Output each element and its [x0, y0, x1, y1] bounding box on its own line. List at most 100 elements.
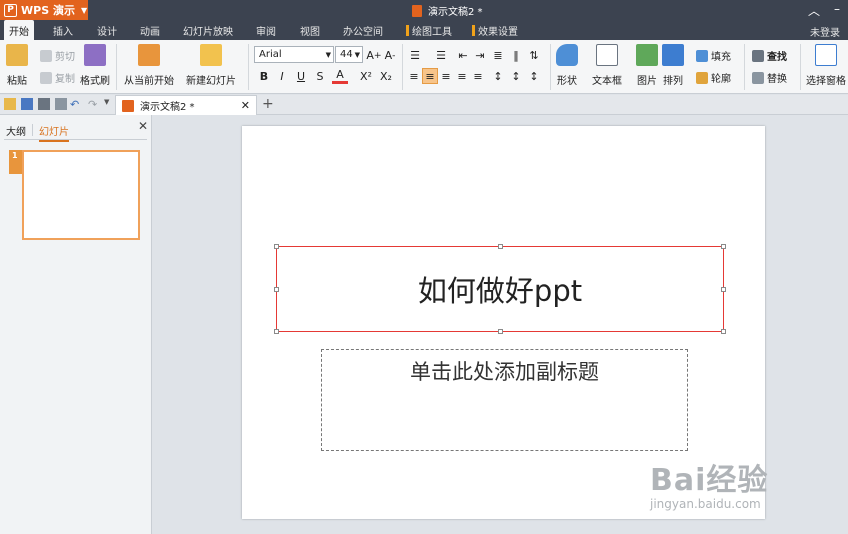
numbering-button[interactable]: ☰ — [433, 47, 449, 63]
font-size-select[interactable]: 44 ▼ — [335, 46, 363, 63]
superscript-button[interactable]: X² — [358, 68, 374, 84]
fill-button[interactable]: 填充 — [696, 48, 731, 63]
resize-handle[interactable] — [274, 244, 279, 249]
new-slide-icon — [200, 44, 222, 66]
tab-outline[interactable]: 大纲 — [6, 123, 26, 138]
format-painter-button[interactable]: 格式刷 — [80, 44, 110, 87]
watermark-url: jingyan.baidu.com — [650, 497, 761, 511]
copy-button[interactable]: 复制 — [40, 70, 75, 85]
paste-button[interactable]: 粘贴 — [6, 44, 28, 87]
slide-title-text[interactable]: 如何做好ppt — [418, 268, 582, 310]
distribute-button[interactable]: ≡ — [470, 68, 486, 84]
fill-label: 填充 — [711, 52, 731, 63]
resize-handle[interactable] — [721, 329, 726, 334]
clipboard-icon — [6, 44, 28, 66]
login-link[interactable]: 未登录 — [810, 24, 840, 39]
ribbon-separator — [800, 44, 801, 90]
shapes-icon — [556, 44, 578, 66]
print-preview-icon[interactable] — [55, 98, 67, 110]
replace-icon — [752, 71, 764, 84]
find-button[interactable]: 查找 — [752, 48, 787, 63]
tab-home[interactable]: 开始 — [4, 20, 34, 40]
tab-view[interactable]: 视图 — [296, 20, 324, 40]
tab-review[interactable]: 审阅 — [252, 20, 280, 40]
selection-pane-button[interactable]: 选择窗格 — [806, 44, 846, 87]
save-icon[interactable] — [21, 98, 33, 110]
redo-icon[interactable]: ↷ — [88, 98, 100, 111]
tab-office-space[interactable]: 办公空间 — [339, 20, 387, 40]
justify-button[interactable]: ≡ — [454, 68, 470, 84]
tab-effects[interactable]: 效果设置 — [470, 20, 520, 40]
align-left-button[interactable]: ≡ — [406, 68, 422, 84]
shape-button[interactable]: 形状 — [556, 44, 578, 87]
font-color-button[interactable]: A — [332, 68, 348, 84]
underline-button[interactable]: U — [293, 68, 309, 84]
shrink-font-button[interactable]: A- — [382, 47, 398, 63]
open-folder-icon[interactable] — [4, 98, 16, 110]
bullets-button[interactable]: ☰ — [407, 47, 423, 63]
collapse-ribbon-button[interactable]: ︿ — [808, 2, 820, 19]
increase-indent-button[interactable]: ⇥ — [472, 47, 488, 63]
tab-animation[interactable]: 动画 — [135, 20, 165, 40]
new-slide-button[interactable]: 新建幻灯片 — [186, 44, 236, 87]
grow-font-button[interactable]: A + — [366, 47, 382, 63]
close-tab-icon[interactable]: ✕ — [241, 99, 250, 112]
from-current-button[interactable]: 从当前开始 — [124, 44, 174, 87]
ribbon-separator — [402, 44, 403, 90]
minimize-button[interactable]: – — [834, 2, 840, 19]
document-tab[interactable]: 演示文稿2 * ✕ — [115, 95, 257, 115]
paragraph-spacing-button[interactable]: ↕ — [490, 68, 506, 84]
line-spacing-button[interactable]: ≣ — [490, 47, 506, 63]
chevron-down-icon: ▼ — [80, 5, 88, 15]
resize-handle[interactable] — [498, 329, 503, 334]
align-right-button[interactable]: ≡ — [438, 68, 454, 84]
play-slideshow-icon — [138, 44, 160, 66]
resize-handle[interactable] — [274, 287, 279, 292]
paint-bucket-icon — [696, 49, 708, 62]
picture-button[interactable]: 图片 — [636, 44, 658, 87]
slide-thumbnail[interactable] — [22, 150, 140, 240]
tab-slideshow[interactable]: 幻灯片放映 — [180, 20, 236, 40]
context-tab-marker — [406, 24, 409, 36]
subtitle-placeholder-text[interactable]: 单击此处添加副标题 — [410, 356, 599, 450]
textbox-button[interactable]: 文本框 — [592, 44, 622, 87]
subtitle-placeholder[interactable]: 单击此处添加副标题 — [321, 349, 688, 451]
app-menu-button[interactable]: P WPS 演示 ▼ — [0, 0, 88, 20]
resize-handle[interactable] — [274, 329, 279, 334]
bold-button[interactable]: B — [256, 68, 272, 84]
tab-design[interactable]: 设计 — [92, 20, 122, 40]
font-name-select[interactable]: Arial ▼ — [254, 46, 334, 63]
shape-label: 形状 — [557, 76, 577, 87]
resize-handle[interactable] — [721, 244, 726, 249]
outline-button[interactable]: 轮廓 — [696, 70, 731, 85]
tab-insert[interactable]: 插入 — [48, 20, 78, 40]
tab-drawing-tools[interactable]: 绘图工具 — [404, 20, 454, 40]
shadow-button[interactable]: S — [312, 68, 328, 84]
presentation-icon — [122, 99, 134, 112]
menu-bar: 开始 插入 设计 动画 幻灯片放映 审阅 视图 办公空间 绘图工具 效果设置 — [0, 20, 848, 40]
cut-button[interactable]: 剪切 — [40, 48, 75, 63]
ribbon-separator — [116, 44, 117, 90]
font-name-value: Arial — [259, 49, 282, 60]
new-tab-button[interactable]: + — [262, 96, 274, 112]
align-center-button[interactable]: ≡ — [422, 68, 438, 84]
arrange-button[interactable]: 排列 — [662, 44, 684, 87]
italic-button[interactable]: I — [274, 68, 290, 84]
text-direction-button[interactable]: ⇅ — [526, 47, 542, 63]
columns-button[interactable]: ‖ — [508, 47, 524, 63]
resize-handle[interactable] — [498, 244, 503, 249]
line-spacing-options-button[interactable]: ↕ — [508, 68, 524, 84]
panel-tab-divider — [32, 124, 33, 136]
subscript-button[interactable]: X₂ — [378, 68, 394, 84]
copy-label: 复制 — [55, 74, 75, 85]
title-bar: P WPS 演示 ▼ 演示文稿2 * ︿ – — [0, 0, 848, 20]
close-panel-icon[interactable]: ✕ — [138, 119, 148, 133]
resize-handle[interactable] — [721, 287, 726, 292]
vertical-align-button[interactable]: ↕ — [526, 68, 542, 84]
decrease-indent-button[interactable]: ⇤ — [455, 47, 471, 63]
replace-button[interactable]: 替换 — [752, 70, 787, 85]
print-icon[interactable] — [38, 98, 50, 110]
window-controls: ︿ – — [808, 2, 840, 19]
title-placeholder[interactable]: 如何做好ppt — [274, 244, 726, 334]
undo-icon[interactable]: ↶ — [70, 98, 82, 111]
